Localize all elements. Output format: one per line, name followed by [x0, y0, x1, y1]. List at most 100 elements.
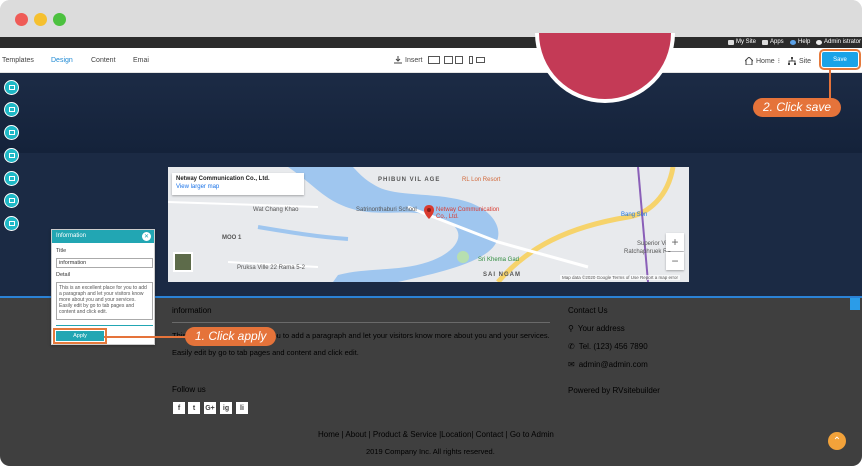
hero-image	[535, 33, 675, 103]
chevron-down-icon: ⁝	[777, 58, 780, 65]
sitemap-icon	[788, 57, 796, 65]
zoom-out-button[interactable]: −	[666, 252, 684, 270]
save-button[interactable]: Save	[819, 49, 861, 70]
home-label: Home	[756, 57, 775, 65]
phone-text: Tel. (123) 456 7890	[578, 342, 648, 351]
twitter-icon[interactable]: t	[188, 402, 200, 414]
minimize-window-icon[interactable]	[34, 13, 47, 26]
apply-button[interactable]: Apply	[53, 328, 107, 344]
map-label: Ratchaphruek Ra	[624, 249, 671, 255]
admin-user-menu[interactable]: Admin istrator	[816, 39, 861, 45]
save-callout-connector	[829, 68, 831, 100]
copyright-text: 2019 Company Inc. All rights reserved.	[366, 447, 495, 456]
map-attribution: Map data ©2020 Google Terms of Use Repor…	[560, 275, 681, 280]
tab-templates[interactable]: Templates	[2, 57, 34, 64]
panel-title: Information	[56, 233, 87, 239]
view-larger-map-link[interactable]: View larger map	[176, 184, 300, 190]
close-icon[interactable]: ✕	[142, 232, 151, 241]
mobile-landscape-view-icon[interactable]	[476, 57, 485, 63]
admin-label: Admin istrator	[824, 39, 862, 45]
browser-window: My Site Apps Help Admin istrator Templat…	[0, 0, 862, 466]
save-callout: 2. Click save	[753, 98, 842, 117]
my-site-link[interactable]: My Site	[728, 39, 756, 45]
apply-callout-connector	[104, 336, 188, 338]
apply-callout: 1. Click apply	[185, 327, 277, 346]
window-titlebar	[0, 0, 862, 37]
map-label: Bang Son	[621, 212, 648, 218]
download-icon	[394, 56, 402, 64]
laptop-view-icon[interactable]	[444, 56, 453, 64]
satellite-toggle[interactable]	[173, 252, 193, 272]
sidebar-layout-icon[interactable]	[4, 102, 19, 117]
sidebar-menu-icon[interactable]	[4, 125, 19, 140]
admin-bar: My Site Apps Help Admin istrator	[0, 37, 862, 48]
hero-section	[0, 33, 862, 153]
footer-nav-links[interactable]: Home | About | Product & Service |Locati…	[318, 430, 554, 439]
powered-by: Powered by RVsitebuilder	[568, 386, 660, 395]
sidebar-image-icon[interactable]	[4, 148, 19, 163]
detail-textarea[interactable]: This is an excellent place for you to ad…	[56, 282, 153, 320]
map-label: Sri Khema Gad	[478, 257, 520, 263]
site-label: Site	[799, 57, 812, 65]
mobile-view-icon[interactable]	[469, 56, 473, 64]
home-dropdown[interactable]: Home ⁝	[745, 57, 780, 65]
help-label: Help	[798, 39, 811, 45]
tab-email[interactable]: Emai	[133, 57, 149, 64]
mail-icon: ✉	[568, 360, 575, 369]
info-divider	[172, 322, 550, 323]
insert-label: Insert	[405, 56, 423, 64]
map-label: SAI NGAM	[483, 272, 521, 278]
monitor-icon	[728, 39, 734, 45]
grid-icon	[762, 39, 768, 45]
line-icon[interactable]: li	[236, 402, 248, 414]
map-label: RL Lon Resort	[462, 177, 501, 183]
map-info-card: Netway Communication Co., Ltd. View larg…	[172, 173, 304, 195]
tab-design[interactable]: Design	[51, 57, 73, 64]
edit-pencil-icon[interactable]	[850, 298, 860, 310]
sidebar-gallery-icon[interactable]	[4, 171, 19, 186]
contact-heading: Contact Us	[568, 306, 608, 315]
facebook-icon[interactable]: f	[173, 402, 185, 414]
tab-content[interactable]: Content	[91, 57, 116, 64]
maximize-window-icon[interactable]	[53, 13, 66, 26]
contact-address: ⚲ Your address	[568, 324, 625, 333]
info-heading: information	[172, 306, 212, 315]
home-icon	[745, 57, 753, 65]
my-site-label: My Site	[736, 39, 757, 45]
insert-button[interactable]: Insert	[394, 56, 423, 64]
info-text-line-2: Easily edit by go to tab pages and conte…	[172, 348, 359, 357]
map-label: Pruksa Ville 22 Rama 5-2	[237, 265, 305, 271]
instagram-icon[interactable]: ig	[220, 402, 232, 414]
scroll-to-top-button[interactable]: ⌃	[828, 432, 846, 450]
desktop-view-icon[interactable]	[428, 56, 440, 64]
map-place-title: Netway Communication Co., Ltd.	[176, 176, 270, 182]
close-window-icon[interactable]	[15, 13, 28, 26]
map-label: MOO 1	[222, 235, 242, 241]
sidebar-page-icon[interactable]	[4, 80, 19, 95]
panel-divider	[56, 325, 153, 326]
sidebar-form-icon[interactable]	[4, 193, 19, 208]
pin-label-line-1: Netway Communication	[436, 207, 500, 213]
map-label: Wat Chang Khao	[253, 207, 299, 213]
apps-label: Apps	[770, 39, 784, 45]
phone-icon: ✆	[568, 342, 575, 351]
map-label: Satrinonthaburi School	[356, 207, 417, 213]
title-label: Title	[56, 248, 67, 254]
panel-header: Information ✕	[52, 230, 154, 243]
title-input[interactable]: information	[56, 258, 153, 268]
apps-link[interactable]: Apps	[762, 39, 784, 45]
detail-label: Detail	[56, 272, 71, 278]
contact-email[interactable]: ✉ admin@admin.com	[568, 360, 648, 369]
google-plus-icon[interactable]: G+	[204, 402, 216, 414]
sidebar-widget-icon[interactable]	[4, 216, 19, 231]
user-icon	[816, 39, 822, 45]
pin-label-line-2: Co., Ltd.	[436, 214, 459, 220]
email-text: admin@admin.com	[578, 360, 648, 369]
help-icon	[790, 39, 796, 45]
location-icon: ⚲	[568, 324, 574, 333]
map-pin-icon[interactable]	[424, 205, 434, 219]
zoom-in-button[interactable]: +	[666, 233, 684, 251]
help-link[interactable]: Help	[790, 39, 810, 45]
site-menu[interactable]: Site	[788, 57, 811, 65]
tablet-view-icon[interactable]	[455, 56, 463, 64]
